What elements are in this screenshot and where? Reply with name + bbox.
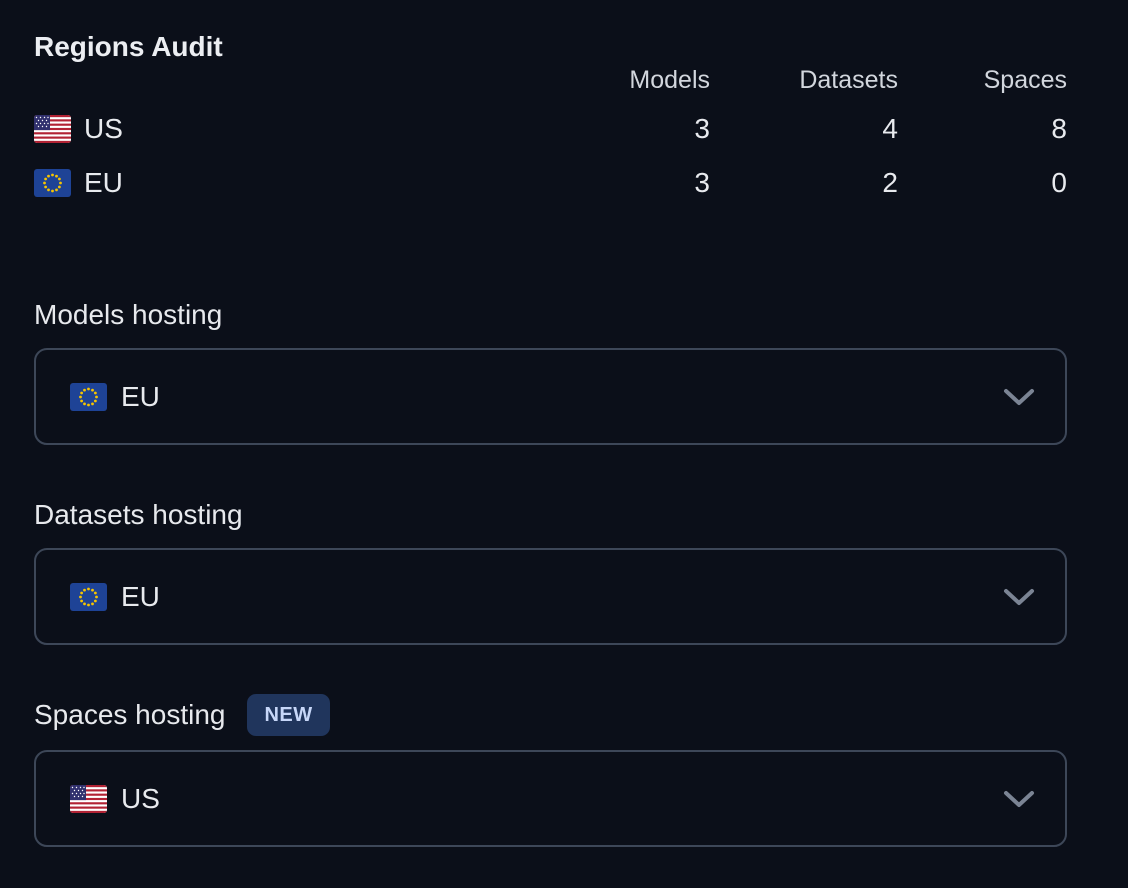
datasets-hosting-select[interactable]: EU — [34, 548, 1067, 645]
audit-header-spacer — [34, 66, 550, 94]
audit-column-models: Models — [550, 66, 710, 94]
audit-row-eu: EU 3 2 0 — [34, 156, 1067, 210]
audit-region-eu: EU — [34, 167, 550, 199]
spaces-hosting-label-row: Spaces hosting NEW — [34, 694, 1067, 736]
audit-table-body: US 3 4 8 EU 3 2 0 — [34, 102, 1067, 210]
models-hosting-select[interactable]: EU — [34, 348, 1067, 445]
audit-region-label: EU — [84, 167, 123, 199]
spaces-hosting-value: US — [121, 783, 160, 815]
regions-settings-panel: Regions Audit Models Datasets Spaces US … — [0, 0, 1128, 888]
eu-flag-icon — [70, 583, 107, 611]
audit-row-us: US 3 4 8 — [34, 102, 1067, 156]
chevron-down-icon — [1003, 588, 1035, 607]
audit-region-label: US — [84, 113, 123, 145]
chevron-down-icon — [1003, 790, 1035, 809]
us-flag-icon — [70, 785, 107, 813]
models-hosting-value: EU — [121, 381, 160, 413]
audit-us-spaces-count: 8 — [898, 113, 1067, 145]
datasets-hosting-label: Datasets hosting — [34, 498, 1067, 532]
regions-audit-title: Regions Audit — [34, 30, 1067, 64]
regions-audit-section: Regions Audit Models Datasets Spaces US … — [34, 30, 1067, 210]
audit-region-us: US — [34, 113, 550, 145]
audit-eu-spaces-count: 0 — [898, 167, 1067, 199]
us-flag-icon — [34, 115, 71, 143]
audit-table-header: Models Datasets Spaces — [34, 66, 1067, 94]
audit-us-models-count: 3 — [550, 113, 710, 145]
new-badge: NEW — [247, 694, 329, 736]
datasets-hosting-value: EU — [121, 581, 160, 613]
audit-column-datasets: Datasets — [710, 66, 898, 94]
models-hosting-label: Models hosting — [34, 298, 1067, 332]
eu-flag-icon — [70, 383, 107, 411]
eu-flag-icon — [34, 169, 71, 197]
audit-column-spaces: Spaces — [898, 66, 1067, 94]
audit-us-datasets-count: 4 — [710, 113, 898, 145]
chevron-down-icon — [1003, 388, 1035, 407]
spaces-hosting-label: Spaces hosting — [34, 698, 225, 732]
audit-eu-models-count: 3 — [550, 167, 710, 199]
spaces-hosting-select[interactable]: US — [34, 750, 1067, 847]
audit-eu-datasets-count: 2 — [710, 167, 898, 199]
